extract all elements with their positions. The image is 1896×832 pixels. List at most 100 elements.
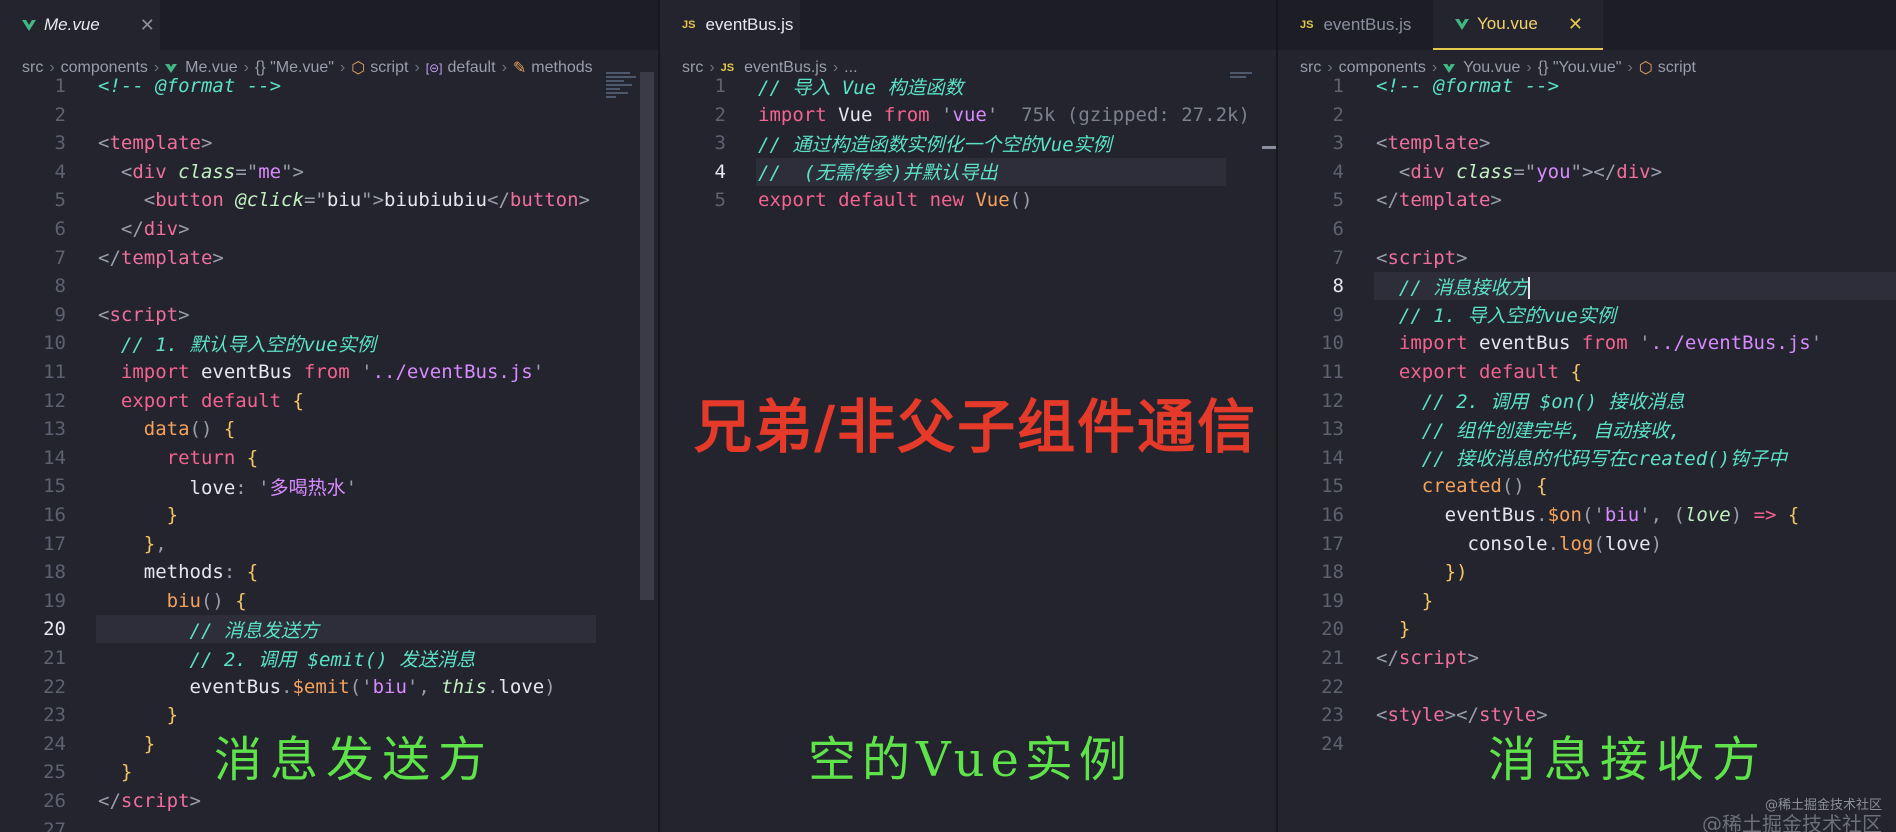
- code-line[interactable]: 17 },: [0, 530, 658, 558]
- overlay-receiver-label: 消息接收方: [1488, 732, 1769, 788]
- code-text: <!-- @format -->: [1376, 75, 1559, 97]
- code-line[interactable]: 27: [0, 816, 658, 832]
- tab-you-vue[interactable]: You.vue ✕: [1433, 0, 1603, 50]
- code-line[interactable]: 12 // 2. 调用 $on() 接收消息: [1278, 387, 1896, 415]
- code-line[interactable]: 14 return {: [0, 444, 658, 472]
- tab-bar: JS eventBus.js ···: [660, 0, 1276, 50]
- code-token: class: [178, 160, 236, 183]
- code-line[interactable]: 14 // 接收消息的代码写在created()钩子中: [1278, 444, 1896, 472]
- code-line[interactable]: 16 eventBus.$on('biu', (love) => {: [1278, 501, 1896, 529]
- line-number: 10: [1321, 332, 1344, 355]
- scrollbar[interactable]: [1262, 146, 1276, 149]
- close-icon[interactable]: ✕: [1568, 14, 1583, 35]
- line-number: 21: [43, 647, 66, 669]
- code-line[interactable]: 5 </template>: [1278, 186, 1896, 214]
- code-line[interactable]: 3 // 通过构造函数实例化一个空的Vue实例: [660, 129, 1276, 157]
- code-line[interactable]: 1 <!-- @format -->: [0, 72, 658, 100]
- code-token: // 消息发送方: [189, 619, 319, 642]
- code-line[interactable]: 4 <div class="you"></div>: [1278, 158, 1896, 186]
- code-token: }: [120, 761, 133, 784]
- code-line[interactable]: 18 methods: {: [0, 558, 658, 586]
- code-token: >: [178, 218, 190, 240]
- code-line[interactable]: 10 // 1. 默认导入空的vue实例: [0, 329, 658, 357]
- code-token: // 接收消息的代码写在created()钩子中: [1421, 448, 1788, 471]
- code-line[interactable]: 19 biu() {: [0, 587, 658, 615]
- code-token: export default new: [758, 189, 976, 212]
- tab-eventbus-js[interactable]: JS eventBus.js: [660, 0, 800, 50]
- code-line[interactable]: 26 </script>: [0, 787, 658, 815]
- code-line[interactable]: 20 }: [1278, 615, 1896, 643]
- code-line[interactable]: 4 <div class="me">: [0, 158, 658, 186]
- code-line[interactable]: 5 export default new Vue(): [660, 186, 1276, 214]
- code-line[interactable]: 15 love: '多喝热水': [0, 472, 658, 500]
- code-line[interactable]: 7 <script>: [1278, 244, 1896, 272]
- code-line[interactable]: 1 <!-- @format -->: [1278, 72, 1896, 100]
- code-line[interactable]: 2: [1278, 101, 1896, 129]
- code-token: eventBus: [1478, 332, 1582, 355]
- code-token: template: [1398, 189, 1491, 212]
- code-text: </template>: [1376, 189, 1502, 211]
- minimap[interactable]: [1230, 72, 1254, 82]
- code-line[interactable]: 20 // 消息发送方: [0, 615, 658, 643]
- code-line[interactable]: 11 export default {: [1278, 358, 1896, 386]
- overlay-title: 兄弟/非父子组件通信: [694, 393, 1258, 461]
- code-token: love: [1604, 532, 1651, 555]
- code-line[interactable]: 8: [0, 272, 658, 300]
- code-line[interactable]: 4 // (无需传参)并默认导出: [660, 158, 1276, 186]
- close-icon[interactable]: ✕: [140, 15, 155, 36]
- code-token: // 2. 调用 $on() 接收消息: [1421, 391, 1685, 414]
- code-line[interactable]: 10 import eventBus from '../eventBus.js': [1278, 329, 1896, 357]
- line-number: 9: [1332, 303, 1344, 326]
- code-line[interactable]: 16 }: [0, 501, 658, 529]
- code-line[interactable]: 12 export default {: [0, 387, 658, 415]
- code-line[interactable]: 21 // 2. 调用 $emit() 发送消息: [0, 644, 658, 672]
- tab-me-vue[interactable]: Me.vue ✕: [0, 0, 160, 50]
- code-line[interactable]: 1 // 导入 Vue 构造函数: [660, 72, 1276, 100]
- code-line[interactable]: 19 }: [1278, 587, 1896, 615]
- code-line[interactable]: 2 import Vue from 'vue' 75k (gzipped: 27.…: [660, 101, 1276, 129]
- line-number: 11: [1321, 361, 1344, 383]
- code-line[interactable]: 9 <script>: [0, 301, 658, 329]
- code-line[interactable]: 11 import eventBus from '../eventBus.js': [0, 358, 658, 386]
- line-number: 19: [43, 589, 66, 612]
- code-line[interactable]: 6 </div>: [0, 215, 658, 243]
- scrollbar[interactable]: [640, 72, 654, 600]
- code-token: {: [1536, 475, 1548, 498]
- code-text: // 导入 Vue 构造函数: [758, 73, 964, 100]
- code-line[interactable]: 17 console.log(love): [1278, 530, 1896, 558]
- code-token: Vue: [975, 189, 1010, 212]
- tab-eventbus-js[interactable]: JS eventBus.js: [1278, 0, 1428, 50]
- code-line[interactable]: 2: [0, 101, 658, 129]
- code-line[interactable]: 22: [1278, 673, 1896, 701]
- code-text: // (无需传参)并默认导出: [758, 158, 998, 185]
- minimap[interactable]: [606, 72, 642, 112]
- code-token: =": [235, 160, 259, 183]
- code-line[interactable]: 6: [1278, 215, 1896, 243]
- line-number: 5: [1332, 189, 1344, 212]
- code-line[interactable]: 9 // 1. 导入空的vue实例: [1278, 301, 1896, 329]
- overlay-sender-label: 消息发送方: [214, 732, 495, 788]
- code-line[interactable]: 18 }): [1278, 558, 1896, 586]
- code-token: ': [345, 476, 358, 499]
- code-line[interactable]: 15 created() {: [1278, 472, 1896, 500]
- code-line[interactable]: 8 // 消息接收方: [1278, 272, 1896, 300]
- code-line[interactable]: 13 // 组件创建完毕, 自动接收,: [1278, 415, 1896, 443]
- line-number: 12: [1321, 389, 1344, 412]
- code-token: button: [155, 189, 236, 212]
- code-line[interactable]: 13 data() {: [0, 415, 658, 443]
- code-token: // 消息接收方: [1398, 276, 1529, 299]
- code-line[interactable]: 21 </script>: [1278, 644, 1896, 672]
- code-line[interactable]: 22 eventBus.$emit('biu', this.love): [0, 673, 658, 701]
- code-token: .: [1536, 504, 1548, 526]
- code-line[interactable]: 5 <button @click="biu">biubiubiu</button…: [0, 186, 658, 214]
- code-token: ', (: [1639, 504, 1685, 526]
- code-line[interactable]: 3 <template>: [0, 129, 658, 157]
- code-line[interactable]: 7 </template>: [0, 244, 658, 272]
- code-token: >: [1478, 132, 1491, 155]
- code-text: </template>: [98, 247, 224, 269]
- code-line[interactable]: 3 <template>: [1278, 129, 1896, 157]
